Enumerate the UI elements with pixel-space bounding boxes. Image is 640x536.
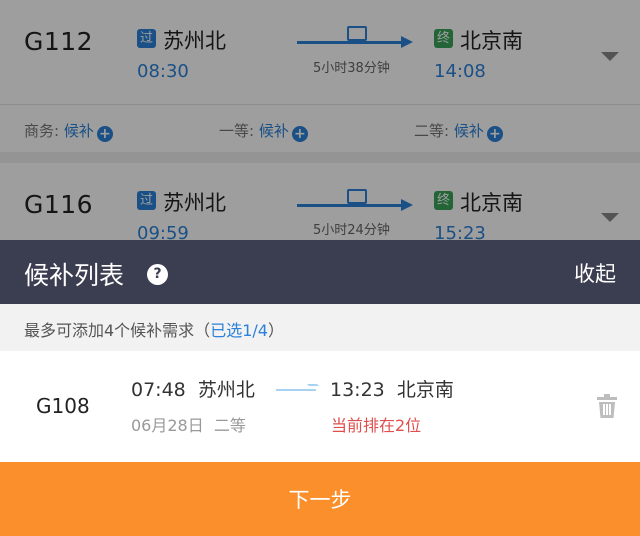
waitlist-item[interactable]: G108 07:48 苏州北 13:23 北京南 06月28日 二等 当前排在2… — [0, 351, 640, 462]
route-arrow-icon — [276, 389, 316, 391]
question-icon[interactable]: ? — [147, 264, 168, 285]
sheet-title: 候补列表 — [24, 261, 125, 290]
item-departure: 07:48 苏州北 — [131, 379, 255, 401]
collapse-button[interactable]: 收起 — [574, 258, 616, 288]
item-date: 06月28日 二等 — [131, 416, 246, 435]
notice-bar: 最多可添加4个候补需求（已选1/4） — [0, 304, 640, 351]
next-step-button[interactable]: 下一步 — [0, 462, 640, 536]
item-arrival: 13:23 北京南 — [330, 379, 454, 401]
notice-text: 最多可添加4个候补需求（已选1/4） — [24, 321, 284, 340]
item-train-number: G108 — [36, 394, 90, 418]
item-status: 当前排在2位 — [331, 416, 422, 435]
selected-count: 已选1/4 — [210, 321, 268, 340]
trash-icon[interactable] — [597, 394, 617, 418]
dim-overlay[interactable] — [0, 0, 640, 240]
sheet-header: 候补列表 — [0, 240, 640, 304]
